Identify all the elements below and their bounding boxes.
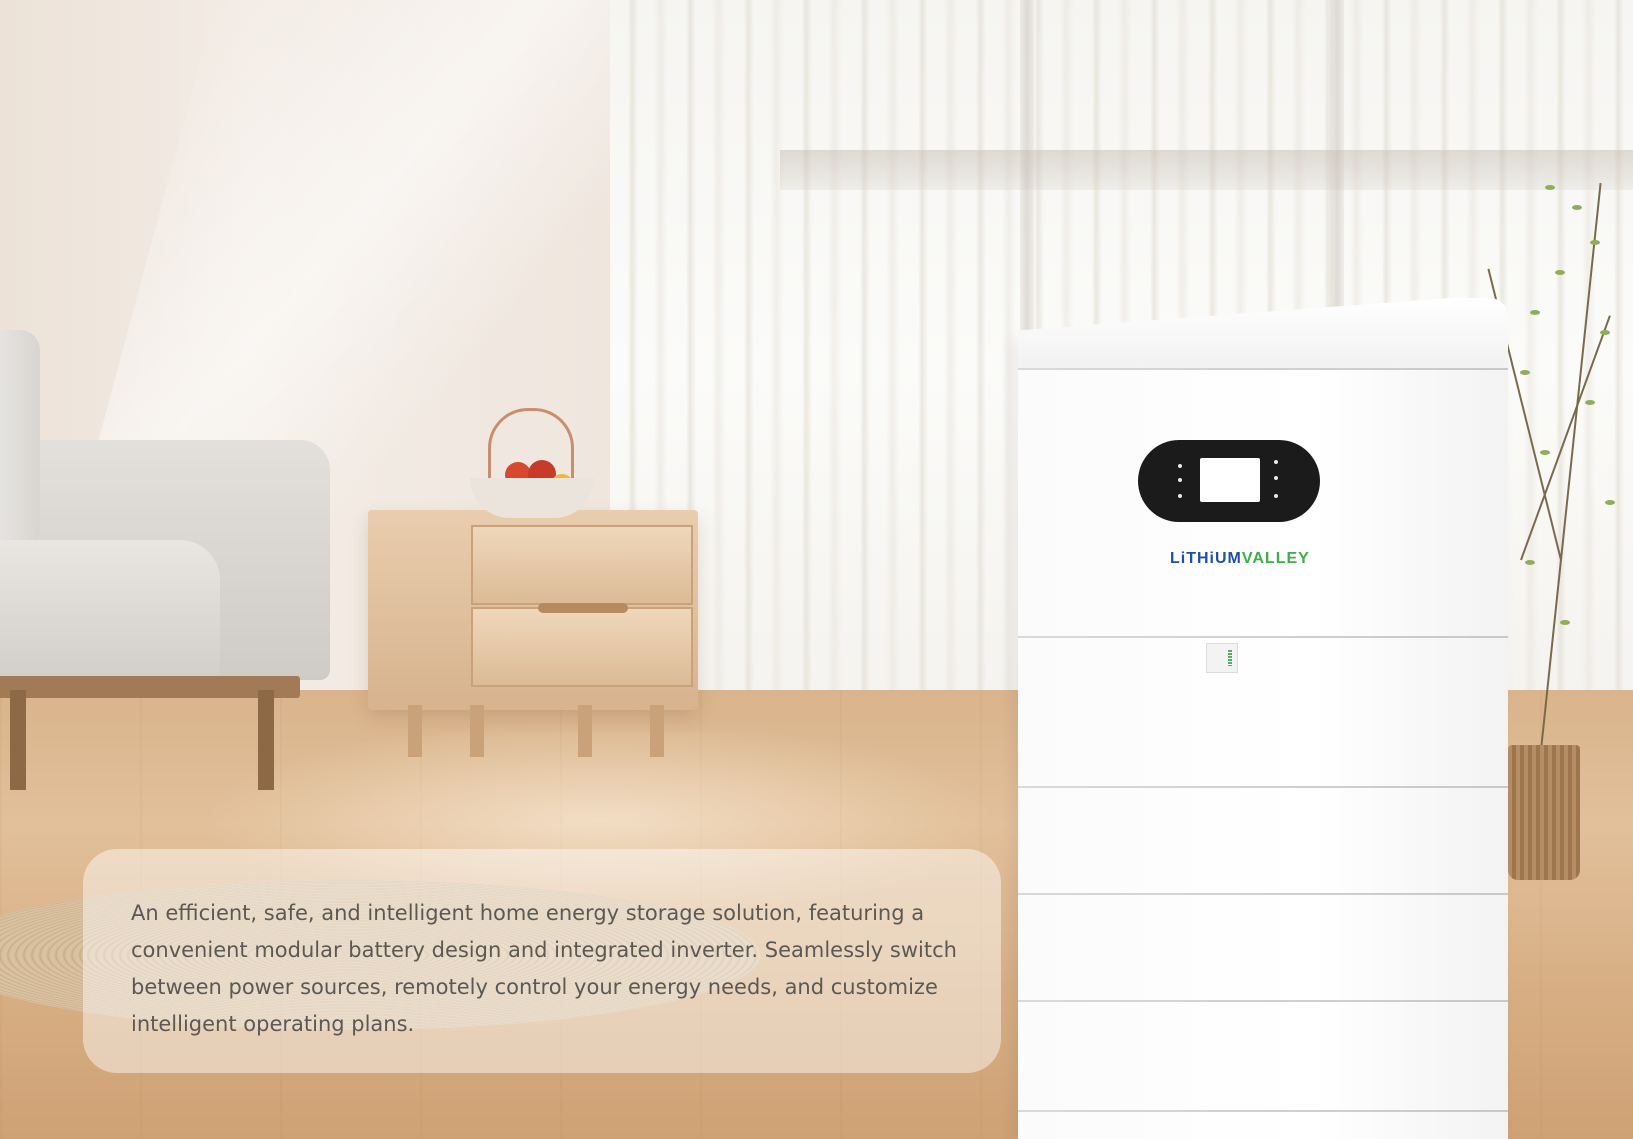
- living-room-scene: LiTHiUMVALLEY An efficient, safe, and in…: [0, 0, 1633, 1139]
- product-description: An efficient, safe, and intelligent home…: [131, 901, 957, 1036]
- sofa-leg: [258, 690, 274, 790]
- nightstand-drawer: [471, 607, 693, 687]
- brand-logo-part1: LiTHiUM: [1170, 550, 1242, 567]
- wicker-plant-pot: [1508, 745, 1580, 880]
- module-seam: [1018, 1110, 1508, 1112]
- plant-leaf: [1605, 500, 1615, 505]
- plant-leaf: [1555, 270, 1565, 275]
- module-seam: [1018, 786, 1508, 788]
- battery-level-indicator: [1228, 650, 1232, 666]
- plant-leaf: [1540, 450, 1550, 455]
- indicator-led: [1274, 460, 1278, 464]
- indicator-led: [1178, 478, 1182, 482]
- sofa-pillow: [0, 330, 40, 550]
- indicator-led: [1274, 476, 1278, 480]
- sofa-seat: [0, 540, 220, 680]
- sofa-base: [0, 676, 300, 698]
- nightstand-leg: [578, 705, 592, 757]
- plant-leaf: [1590, 240, 1600, 245]
- nightstand-drawer: [471, 525, 693, 605]
- plant-leaf: [1572, 205, 1582, 210]
- plant-leaf: [1600, 330, 1610, 335]
- battery-module-label: [1206, 643, 1238, 673]
- nightstand-leg: [650, 705, 664, 757]
- plant-leaf: [1520, 370, 1530, 375]
- window-frame: [780, 150, 1633, 190]
- plant-leaf: [1530, 310, 1540, 315]
- indicator-led: [1178, 494, 1182, 498]
- plant-leaf: [1545, 185, 1555, 190]
- drawer-handle: [538, 603, 628, 613]
- nightstand-leg: [470, 705, 484, 757]
- sofa-leg: [10, 690, 26, 790]
- module-seam: [1018, 893, 1508, 895]
- module-seam: [1018, 1000, 1508, 1002]
- plant-leaf: [1560, 620, 1570, 625]
- module-seam: [1018, 636, 1508, 638]
- indicator-led: [1274, 494, 1278, 498]
- brand-logo-part2: VALLEY: [1241, 550, 1310, 567]
- indicator-led: [1178, 464, 1182, 468]
- nightstand-leg: [408, 705, 422, 757]
- inverter-screen: [1200, 458, 1260, 502]
- plant-leaf: [1585, 400, 1595, 405]
- plant-leaf: [1525, 560, 1535, 565]
- module-seam: [1018, 368, 1508, 370]
- brand-logo: LiTHiUMVALLEY: [1170, 550, 1310, 568]
